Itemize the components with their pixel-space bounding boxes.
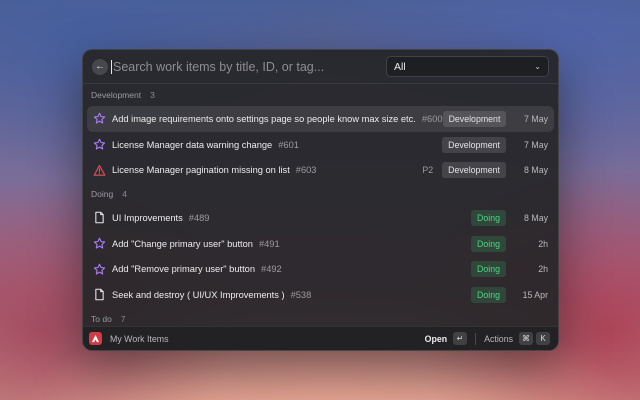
star-icon <box>92 262 106 276</box>
status-badge: Doing <box>471 209 506 226</box>
item-title: License Manager pagination missing on li… <box>112 165 290 176</box>
chevron-down-icon: ⌄ <box>534 62 541 71</box>
status-badge: Development <box>442 136 506 153</box>
item-date: 7 May <box>524 139 548 150</box>
list-item[interactable]: Add image requirements onto settings pag… <box>87 106 554 132</box>
item-id: #491 <box>258 238 280 249</box>
item-date: 15 Apr <box>522 289 548 300</box>
status-badge: Doing <box>471 261 506 278</box>
status-badge: Development <box>442 162 506 179</box>
status-badge: Development <box>442 110 507 127</box>
filter-selected-value: All <box>394 60 406 73</box>
item-priority: P2 <box>422 165 434 176</box>
footer-divider <box>475 332 477 345</box>
actions-button[interactable]: Actions <box>484 334 513 344</box>
list-item[interactable]: UI Improvements #489 Doing 8 May <box>87 205 554 231</box>
command-palette: ← All ⌄ Development 3 Add image requirem… <box>82 49 559 351</box>
star-icon <box>92 138 106 152</box>
item-date: 7 May <box>524 113 548 124</box>
section-name: Development <box>91 90 142 100</box>
item-date: 2h <box>538 238 548 249</box>
footer-bar: My Work Items Open ↵ Actions ⌘ K <box>83 326 558 350</box>
item-id: #489 <box>188 212 210 223</box>
section-header-todo: To do 7 <box>87 308 554 327</box>
star-icon <box>92 237 106 251</box>
item-date: 2h <box>538 264 548 275</box>
open-action[interactable]: Open <box>425 334 447 344</box>
section-name: To do <box>91 313 112 324</box>
search-input[interactable] <box>113 59 386 74</box>
section-name: Doing <box>91 189 114 200</box>
section-count: 7 <box>120 313 126 324</box>
document-icon <box>92 211 106 225</box>
text-caret <box>111 59 112 74</box>
item-id: #603 <box>295 165 317 176</box>
item-date: 8 May <box>524 212 548 223</box>
list-item[interactable]: Seek and destroy ( UI/UX Improvements ) #… <box>87 282 554 308</box>
search-bar: ← All ⌄ <box>83 50 558 84</box>
item-title: UI Improvements <box>112 212 183 223</box>
item-id: #601 <box>278 139 299 150</box>
item-title: License Manager data warning change <box>112 139 273 150</box>
list-item[interactable]: Add "Change primary user" button #491 Doin… <box>87 231 554 257</box>
status-badge: Doing <box>471 235 506 252</box>
item-title: Add "Change primary user" button <box>112 238 253 249</box>
section-count: 4 <box>122 189 127 200</box>
arrow-left-icon: ← <box>95 60 105 72</box>
warning-icon <box>92 163 106 177</box>
section-count: 3 <box>150 90 155 100</box>
back-button[interactable]: ← <box>92 58 108 75</box>
section-header-development: Development 3 <box>87 84 554 106</box>
command-key-hint: ⌘ <box>519 332 533 345</box>
section-header-doing: Doing 4 <box>87 183 554 205</box>
item-title: Add "Remove primary user" button <box>112 264 256 275</box>
work-items-list: Development 3 Add image requirements ont… <box>83 84 558 327</box>
list-item[interactable]: License Manager data warning change #601 D… <box>87 132 554 158</box>
footer-title: My Work Items <box>110 333 169 344</box>
item-title: Add image requirements onto settings pag… <box>112 113 416 124</box>
item-title: Seek and destroy ( UI/UX Improvements ) <box>112 289 285 300</box>
item-id: #600 <box>421 113 443 124</box>
list-item[interactable]: Add "Remove primary user" button #492 Doin… <box>87 256 554 282</box>
status-badge: Doing <box>471 286 506 303</box>
item-date: 8 May <box>524 165 548 176</box>
list-item[interactable]: License Manager pagination missing on li… <box>87 157 554 183</box>
filter-dropdown[interactable]: All ⌄ <box>386 56 549 77</box>
item-id: #538 <box>290 289 312 300</box>
document-icon <box>92 288 106 302</box>
star-icon <box>92 112 106 126</box>
enter-key-hint: ↵ <box>453 332 468 345</box>
item-id: #492 <box>261 264 282 275</box>
k-key-hint: K <box>536 332 550 345</box>
app-logo-icon <box>89 332 102 345</box>
